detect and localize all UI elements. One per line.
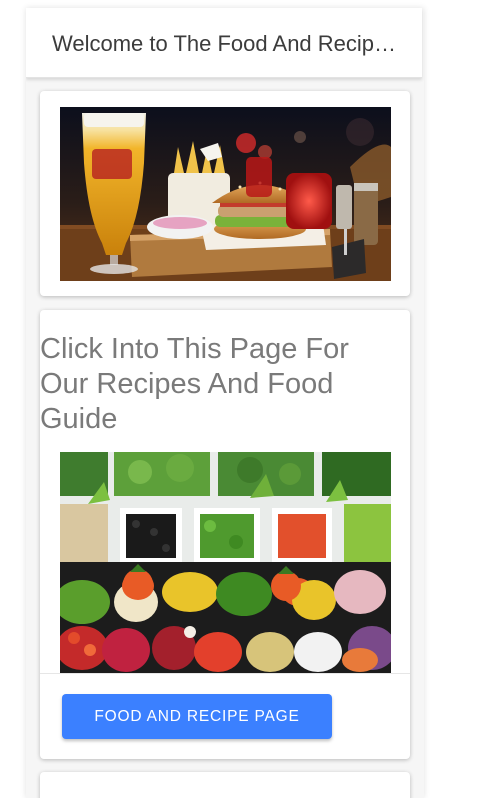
app-shell: Welcome to The Food And Recipe Guide — [26, 8, 424, 798]
card-actions-divider — [40, 673, 410, 674]
food-and-recipe-page-button[interactable]: FOOD AND RECIPE PAGE — [62, 694, 332, 739]
next-card — [40, 772, 410, 798]
recipe-guide-card: Click Into This Page For Our Recipes And… — [40, 310, 410, 759]
page-title: Welcome to The Food And Recipe Guide — [52, 31, 397, 56]
burger-and-beer-image — [60, 107, 391, 281]
card-heading: Click Into This Page For Our Recipes And… — [40, 333, 349, 435]
hero-card — [40, 91, 410, 296]
salad-bar-image — [60, 452, 391, 673]
app-header: Welcome to The Food And Recipe Guide — [26, 8, 422, 78]
